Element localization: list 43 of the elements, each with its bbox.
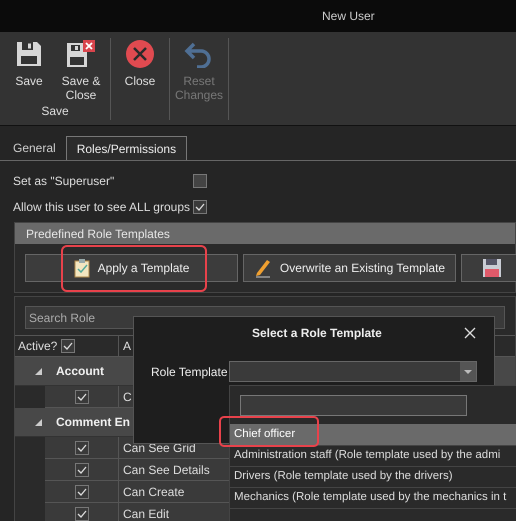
checkbox[interactable] bbox=[61, 339, 76, 353]
dropdown-item[interactable]: Chief officer bbox=[230, 424, 516, 446]
close-icon bbox=[464, 327, 476, 339]
checkbox[interactable] bbox=[193, 200, 207, 214]
field-label: Role Template bbox=[151, 364, 228, 380]
close-button[interactable] bbox=[462, 325, 478, 341]
checkbox[interactable] bbox=[193, 174, 207, 188]
checkbox[interactable] bbox=[74, 506, 88, 520]
floppy-disk-with-x-icon bbox=[66, 40, 96, 68]
checkmark-icon bbox=[63, 342, 74, 350]
clipboard-icon bbox=[74, 258, 90, 278]
column-label: Active? bbox=[18, 338, 58, 355]
group-name: Comment En bbox=[56, 414, 130, 431]
tab[interactable]: Roles/Permissions bbox=[66, 136, 188, 160]
checkmark-icon bbox=[195, 203, 205, 211]
group-name: Account bbox=[56, 363, 104, 380]
checkbox[interactable] bbox=[74, 390, 88, 404]
tab[interactable]: General bbox=[3, 136, 66, 160]
toolbar-button[interactable]: Save & Close bbox=[56, 38, 106, 102]
group-label: Save bbox=[41, 103, 69, 120]
close-circle-icon bbox=[125, 39, 155, 69]
option-label: Allow this user to see ALL groups bbox=[13, 199, 191, 216]
checkmark-icon bbox=[76, 444, 86, 452]
checkmark-icon bbox=[76, 488, 86, 496]
template-button[interactable]: Apply a Template bbox=[25, 254, 238, 282]
dialog-title: Select a Role Template bbox=[252, 325, 382, 342]
column-header[interactable]: Active? bbox=[15, 336, 119, 356]
checkmark-icon bbox=[76, 510, 86, 518]
template-button[interactable] bbox=[461, 254, 516, 282]
option-label: Set as "Superuser" bbox=[13, 173, 116, 190]
pencil-icon bbox=[254, 258, 272, 278]
checkbox[interactable] bbox=[74, 484, 88, 498]
toolbar-button[interactable]: Save bbox=[4, 38, 54, 102]
toolbar-button[interactable]: Close bbox=[115, 38, 165, 88]
dropdown-caret-icon bbox=[464, 370, 472, 374]
template-button[interactable]: Overwrite an Existing Template bbox=[243, 254, 456, 282]
panel-title: Predefined Role Templates bbox=[26, 226, 170, 242]
checkmark-icon bbox=[76, 466, 86, 474]
checkbox[interactable] bbox=[74, 462, 88, 476]
filter-field[interactable] bbox=[240, 395, 467, 416]
checkmark-icon bbox=[76, 392, 86, 400]
checkbox[interactable] bbox=[74, 440, 88, 454]
window-title: New User bbox=[322, 8, 375, 25]
